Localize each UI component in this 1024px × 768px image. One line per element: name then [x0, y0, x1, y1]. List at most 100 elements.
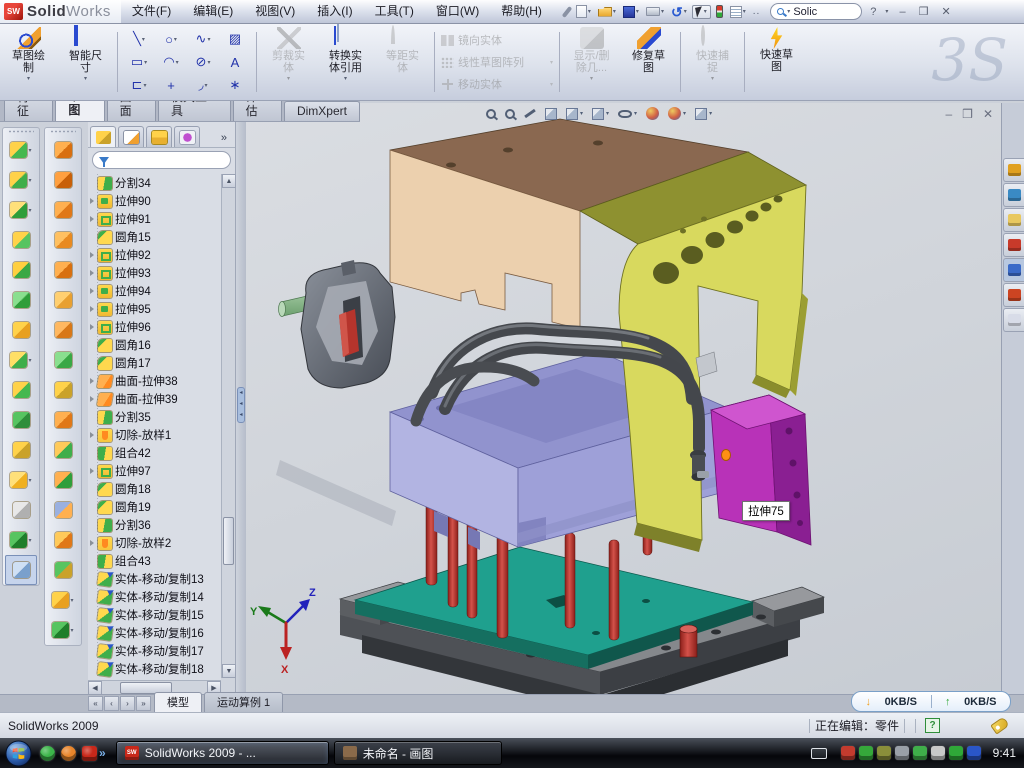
planar-surface-button[interactable]: [47, 135, 79, 165]
undo-button[interactable]: ↺▾: [669, 5, 689, 19]
edit-appearance-button[interactable]: [646, 107, 659, 120]
dropdown-icon[interactable]: ▾: [634, 110, 637, 117]
doc-restore-button[interactable]: ❒: [962, 107, 973, 121]
expander-icon[interactable]: [90, 216, 94, 222]
radiate-surface-button[interactable]: [47, 495, 79, 525]
hide-show-items-button[interactable]: ▾: [618, 110, 637, 118]
dropdown-icon[interactable]: ▾: [588, 8, 591, 15]
search-dropdown-icon[interactable]: ▾: [787, 8, 790, 15]
volume[interactable]: [895, 746, 909, 760]
dropdown-icon[interactable]: ▾: [606, 110, 609, 117]
antivirus-quicklaunch[interactable]: [61, 746, 76, 761]
cavity-tool-button[interactable]: [47, 465, 79, 495]
tree-item[interactable]: 实体-移动/复制13: [88, 570, 221, 588]
first-tab-button[interactable]: «: [88, 696, 103, 711]
shell-tool-button[interactable]: ▾: [5, 465, 37, 495]
menu-item-4[interactable]: 工具(T): [364, 0, 425, 23]
dropdown-icon[interactable]: ▾: [613, 8, 616, 15]
tree-item[interactable]: 实体-移动/复制18: [88, 660, 221, 678]
dropdown-icon[interactable]: ▾: [704, 8, 707, 15]
bottom-tab-0[interactable]: 模型: [154, 692, 202, 712]
model-canvas[interactable]: Y Z X: [246, 103, 1001, 694]
boundary-boss-button[interactable]: [5, 255, 37, 285]
restore-button[interactable]: ❒: [917, 5, 931, 18]
panel-splitter[interactable]: ◂ ◂ ◂: [236, 122, 246, 694]
feature-manager-tab[interactable]: [90, 126, 116, 147]
expander-icon[interactable]: [90, 378, 94, 384]
rectangle-tool[interactable]: ▭▾: [123, 51, 155, 74]
filled-surface-button[interactable]: [47, 555, 79, 585]
system-update[interactable]: [877, 746, 891, 760]
parting-surface-button[interactable]: [47, 255, 79, 285]
dropdown-icon[interactable]: ▾: [683, 110, 686, 117]
expander-icon[interactable]: [90, 252, 94, 258]
tree-item[interactable]: 实体-移动/复制15: [88, 606, 221, 624]
draft-analysis-button[interactable]: [47, 345, 79, 375]
repair-sketch-button[interactable]: 修复草 图: [620, 24, 677, 100]
linear-pattern-button[interactable]: ▾: [5, 345, 37, 375]
tree-item[interactable]: 圆角15: [88, 228, 221, 246]
convert-entities-button[interactable]: 转换实 体引用▾: [317, 24, 374, 100]
undercut-analysis-button[interactable]: [47, 375, 79, 405]
design-library-tab[interactable]: [1003, 208, 1024, 232]
trim-entities-button[interactable]: 剪裁实 体▾: [260, 24, 317, 100]
scale-tool-button[interactable]: [47, 405, 79, 435]
open-document-button[interactable]: ▾: [596, 6, 618, 18]
expander-icon[interactable]: [90, 540, 94, 546]
custom-properties-tab[interactable]: [1003, 308, 1024, 332]
section-view-button[interactable]: [545, 108, 557, 120]
clock[interactable]: 9:41: [993, 746, 1016, 760]
model-gray-clamp[interactable]: [279, 260, 396, 388]
network-speed-widget[interactable]: ↓ 0KB/S ↑ 0KB/S: [851, 691, 1011, 712]
property-manager-tab[interactable]: [118, 126, 144, 147]
extruded-cut-button[interactable]: [5, 285, 37, 315]
home-tab[interactable]: [1003, 158, 1024, 182]
dropdown-icon[interactable]: ▾: [28, 537, 31, 544]
move-entities-button[interactable]: 移动实体▾: [438, 74, 556, 94]
dropdown-icon[interactable]: ▾: [580, 110, 583, 117]
tree-item[interactable]: 拉伸97: [88, 462, 221, 480]
file-explorer-tab[interactable]: [1003, 258, 1024, 282]
tree-item[interactable]: 曲面-拉伸39: [88, 390, 221, 408]
display-style-button[interactable]: ▾: [592, 108, 609, 120]
health-shield[interactable]: [949, 746, 963, 760]
dropdown-icon[interactable]: ▾: [636, 8, 639, 15]
tree-item[interactable]: 实体-移动/复制14: [88, 588, 221, 606]
tree-item[interactable]: 拉伸93: [88, 264, 221, 282]
tree-item[interactable]: 实体-移动/复制17: [88, 642, 221, 660]
hole-wizard-button[interactable]: [5, 315, 37, 345]
insert-mold-folder-button[interactable]: [47, 435, 79, 465]
save-button[interactable]: ▾: [621, 5, 641, 19]
tree-item[interactable]: 圆角17: [88, 354, 221, 372]
offset-entities-button[interactable]: 等距实 体: [374, 24, 431, 100]
dropdown-icon[interactable]: ▾: [70, 597, 73, 604]
tree-item[interactable]: 分割36: [88, 516, 221, 534]
new-document-button[interactable]: ▾: [574, 4, 593, 19]
dropdown-icon[interactable]: ▾: [28, 147, 31, 154]
dropdown-icon[interactable]: ▾: [28, 207, 31, 214]
dropdown-icon[interactable]: ▾: [661, 8, 664, 15]
smart-dimension-button[interactable]: 智能尺 寸▾: [57, 24, 114, 100]
start-button[interactable]: [5, 740, 32, 767]
quick-snaps-button[interactable]: 快速捕 捉▾: [684, 24, 741, 100]
tree-item[interactable]: 分割35: [88, 408, 221, 426]
task-button-0[interactable]: SWSolidWorks 2009 - ...: [116, 741, 329, 765]
swept-boss-button[interactable]: ▾: [5, 195, 37, 225]
arc-tool[interactable]: ◠▾: [155, 51, 187, 74]
spline-tool-button[interactable]: ▾: [47, 615, 79, 645]
help-button[interactable]: ?: [870, 6, 876, 18]
tree-item[interactable]: 切除-放样1: [88, 426, 221, 444]
tag-icon[interactable]: [990, 716, 1009, 734]
fillet-tool-button[interactable]: [5, 375, 37, 405]
dimxpert-manager-tab[interactable]: [174, 126, 200, 147]
appearances-scenes-tab[interactable]: [1003, 283, 1024, 307]
tree-item[interactable]: 切除-放样2: [88, 534, 221, 552]
lofted-boss-button[interactable]: [5, 225, 37, 255]
expander-icon[interactable]: [90, 432, 94, 438]
expander-icon[interactable]: [90, 270, 94, 276]
next-tab-button[interactable]: ›: [120, 696, 135, 711]
tree-item[interactable]: 拉伸95: [88, 300, 221, 318]
tree-item[interactable]: 圆角18: [88, 480, 221, 498]
scroll-up-icon[interactable]: ▲: [222, 174, 236, 188]
spline-tool[interactable]: ∿▾: [187, 28, 219, 51]
